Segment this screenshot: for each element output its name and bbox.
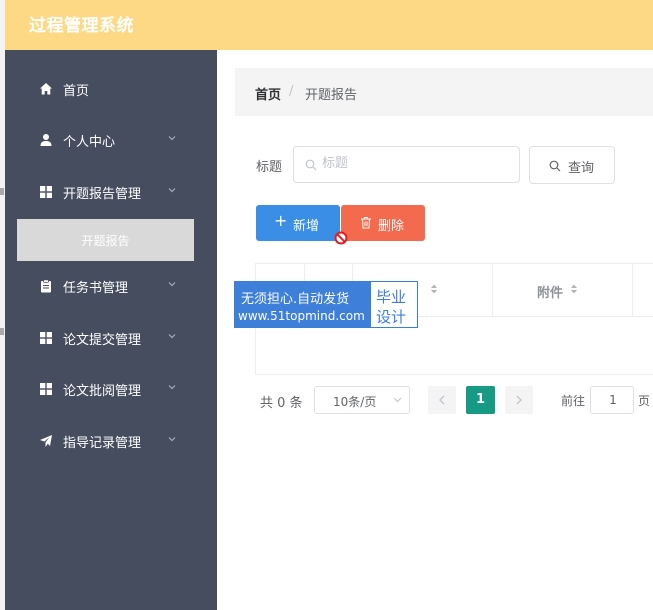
sidebar-item-label: 论文提交管理 [63, 333, 142, 348]
search-icon [305, 159, 317, 171]
sidebar-item-task-management[interactable]: 任务书管理 [5, 266, 217, 306]
home-icon [40, 83, 52, 95]
add-button[interactable]: + 新增 [256, 205, 340, 241]
prev-page-button[interactable] [428, 386, 456, 414]
sidebar-item-label: 开题报告管理 [63, 187, 142, 202]
edge-tick [0, 188, 4, 195]
chevron-left-icon [439, 395, 445, 405]
sidebar-item-proposal-management[interactable]: 开题报告管理 [5, 172, 217, 212]
sidebar-item-paper-submission[interactable]: 论文提交管理 [5, 318, 217, 358]
sidebar: 首页 个人中心 开题报告管理 开题报告 任务书管理 论文提交管理 论文批阅管理 … [5, 50, 217, 610]
breadcrumb-current: 开题报告 [305, 88, 358, 103]
plus-icon: + [274, 211, 288, 230]
watermark-banner: 无须担心.自动发货 www.51topmind.com 毕业 设计 [234, 281, 418, 328]
query-button[interactable]: 查询 [529, 146, 615, 184]
chevron-down-icon [168, 437, 176, 442]
sidebar-item-label: 个人中心 [63, 135, 116, 150]
grid-icon [40, 186, 52, 198]
edge-tick [0, 328, 4, 335]
goto-page-input[interactable]: 1 [590, 386, 634, 414]
search-label: 标题 [256, 160, 283, 175]
chevron-down-icon [168, 282, 176, 287]
top-header: 过程管理系统 [5, 0, 653, 50]
goto-suffix: 页 [638, 394, 651, 408]
watermark-url: www.51topmind.com [238, 309, 365, 323]
grid-icon [40, 332, 52, 344]
sidebar-subitem-proposal[interactable]: 开题报告 [17, 219, 194, 261]
send-icon [40, 435, 52, 447]
trash-icon [361, 217, 371, 229]
page-size-value: 10条/页 [333, 395, 377, 409]
breadcrumb: 首页 / 开题报告 [235, 68, 653, 116]
main-content: 首页 / 开题报告 标题 查询 + 新增 删除 [217, 50, 653, 610]
search-field[interactable] [293, 146, 520, 183]
chevron-down-icon [168, 188, 176, 193]
sidebar-item-paper-review[interactable]: 论文批阅管理 [5, 369, 217, 409]
watermark-right: 毕业 设计 [370, 282, 417, 327]
goto-label: 前往 [561, 394, 586, 408]
query-button-label: 查询 [568, 161, 595, 176]
breadcrumb-home[interactable]: 首页 [255, 84, 281, 103]
chevron-down-icon [393, 397, 402, 403]
search-input[interactable] [322, 156, 512, 171]
sidebar-item-personal-center[interactable]: 个人中心 [5, 120, 217, 160]
sidebar-item-label: 指导记录管理 [63, 436, 142, 451]
chevron-down-icon [168, 334, 176, 339]
delete-button[interactable]: 删除 [341, 205, 425, 241]
sidebar-item-home[interactable]: 首页 [5, 69, 217, 109]
app-root: 过程管理系统 首页 个人中心 开题报告管理 开题报告 任务书管理 论文提交管理 [0, 0, 653, 610]
sidebar-subitem-label: 开题报告 [81, 234, 130, 248]
page-number-label: 1 [475, 392, 486, 407]
column-divider [492, 264, 493, 317]
sidebar-item-label: 任务书管理 [63, 281, 129, 296]
pagination-total: 共 0 条 [260, 396, 303, 411]
page-number-current[interactable]: 1 [466, 386, 495, 414]
sidebar-item-label: 论文批阅管理 [63, 384, 142, 399]
column-divider [632, 264, 633, 317]
add-button-label: 新增 [293, 219, 320, 234]
not-allowed-cursor-icon [334, 231, 348, 245]
column-header-attachment[interactable]: 附件 [537, 282, 563, 301]
clipboard-icon [41, 279, 51, 293]
chevron-down-icon [168, 385, 176, 390]
grid-icon [40, 383, 52, 395]
next-page-button[interactable] [505, 386, 533, 414]
sort-icon[interactable] [430, 283, 438, 295]
sidebar-item-guidance-records[interactable]: 指导记录管理 [5, 421, 217, 461]
breadcrumb-separator: / [289, 84, 294, 99]
watermark-left: 无须担心.自动发货 www.51topmind.com [235, 282, 370, 327]
watermark-tag-bottom: 设计 [376, 308, 407, 326]
watermark-tag-top: 毕业 [376, 288, 407, 306]
chevron-down-icon [168, 136, 176, 141]
delete-button-label: 删除 [378, 219, 405, 234]
app-title: 过程管理系统 [29, 16, 134, 36]
page-size-select[interactable]: 10条/页 [314, 386, 410, 414]
watermark-slogan: 无须担心.自动发货 [241, 292, 350, 307]
goto-page-value: 1 [609, 393, 617, 407]
search-icon [549, 160, 561, 172]
chevron-right-icon [516, 395, 522, 405]
user-icon [40, 134, 52, 146]
sidebar-item-label: 首页 [63, 84, 90, 99]
sort-icon[interactable] [570, 283, 578, 295]
